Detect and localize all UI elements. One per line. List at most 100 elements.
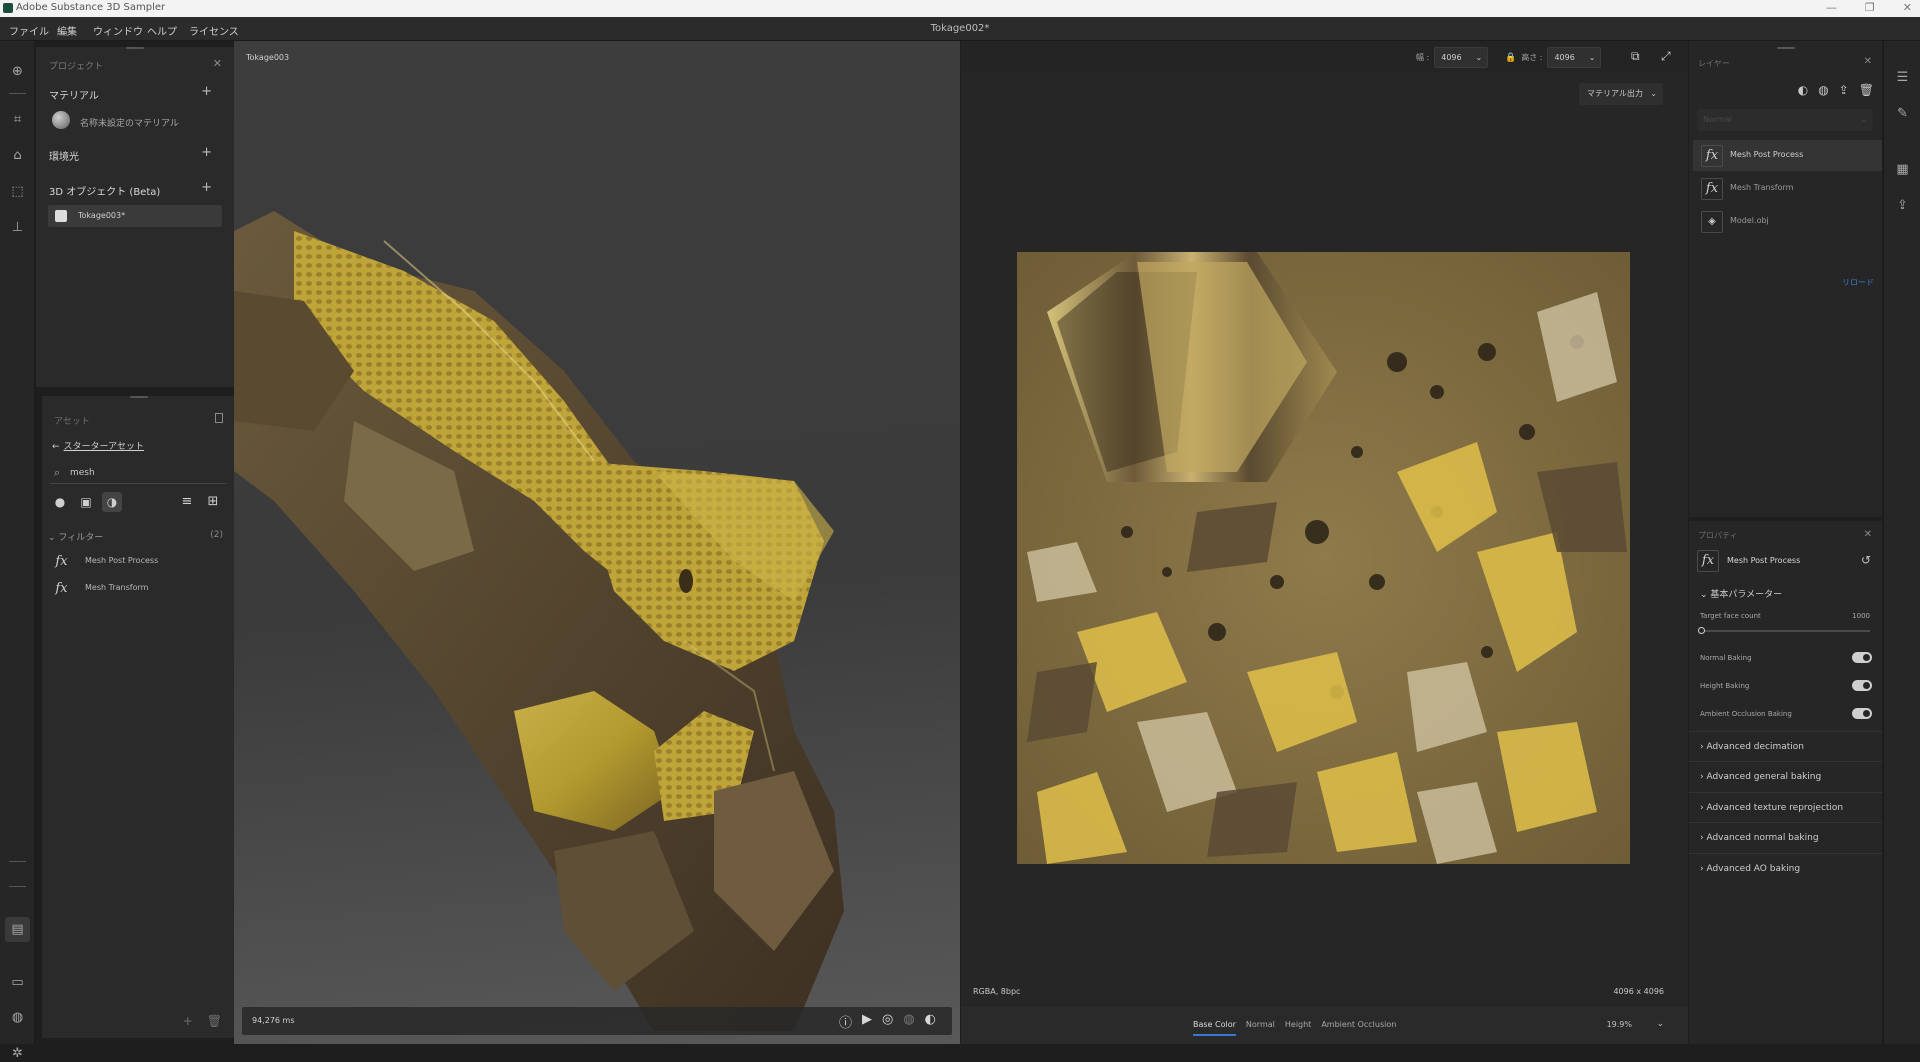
asset-group-header[interactable]: ⌄ フィルター — [48, 530, 103, 543]
height-baking-toggle[interactable]: Height Baking — [1700, 680, 1875, 694]
blend-mode-value: Normal — [1703, 115, 1732, 124]
properties-panel-icon[interactable]: ▦ — [1894, 161, 1911, 178]
share-icon[interactable]: ⇪ — [1894, 197, 1911, 214]
collapse-panel-icon[interactable] — [215, 413, 223, 423]
maximize-button[interactable]: ❐ — [1865, 1, 1875, 14]
tab-ambient-occlusion[interactable]: Ambient Occlusion — [1321, 1020, 1396, 1036]
target-face-value[interactable]: 1000 — [1852, 612, 1870, 620]
toggle-switch[interactable] — [1852, 680, 1872, 691]
transform-icon[interactable]: ⌂ — [9, 147, 26, 164]
menu-file[interactable]: ファイル — [9, 23, 49, 38]
height-label: 高さ : — [1521, 53, 1543, 62]
width-dropdown[interactable]: 4096 ⌄ — [1434, 47, 1489, 68]
add-light-button[interactable]: + — [201, 145, 212, 160]
export-icon[interactable]: ⇪ — [1839, 83, 1849, 97]
material-thumbnail[interactable] — [52, 111, 70, 129]
target-face-slider[interactable] — [1698, 627, 1870, 634]
menu-license[interactable]: ライセンス — [189, 23, 239, 38]
close-window-button[interactable]: ✕ — [1903, 1, 1912, 14]
reload-link[interactable]: リロード — [1842, 277, 1874, 288]
3d-viewport[interactable]: Tokage003 94,276 ms ⓘ ▶ ◎ ◍ ◐ — [234, 41, 960, 1044]
trash-icon[interactable]: 🗑 — [207, 1014, 222, 1028]
panel-drag-handle[interactable] — [130, 396, 148, 398]
panel-drag-handle[interactable] — [1777, 47, 1795, 49]
layers-panel-icon[interactable]: ☰ — [1894, 69, 1911, 86]
environment-icon[interactable]: ◎ — [882, 1012, 893, 1031]
material-preview-icon[interactable]: ◐ — [925, 1012, 936, 1031]
reset-icon[interactable]: ↺ — [1861, 553, 1871, 567]
layer-item[interactable]: fx Mesh Transform — [1693, 173, 1882, 204]
close-icon[interactable]: ✕ — [213, 57, 222, 70]
project-panel: プロジェクト ✕ マテリアル + 名称未設定のマテリアル 環境光 + 3D オブ… — [36, 47, 234, 387]
section-label: Advanced AO baking — [1706, 864, 1801, 874]
section-advanced-general-baking[interactable]: › Advanced general baking — [1689, 761, 1882, 791]
toggle-switch[interactable] — [1852, 708, 1872, 719]
add-asset-icon[interactable]: + — [183, 1014, 193, 1028]
trash-icon[interactable]: 🗑 — [1859, 83, 1874, 97]
sort-icon[interactable]: ≡ — [178, 492, 196, 512]
section-advanced-ao-baking[interactable]: › Advanced AO baking — [1689, 853, 1882, 883]
menu-bar: Tokage002* ファイル 編集 ウィンドウ ヘルプ ライセンス — [0, 17, 1920, 41]
brush-icon[interactable]: ✎ — [1894, 105, 1911, 122]
back-link[interactable]: ← スターターアセット — [52, 439, 144, 452]
layer-item[interactable]: fx Mesh Post Process — [1693, 140, 1882, 171]
tab-normal[interactable]: Normal — [1246, 1020, 1275, 1036]
stamp-icon[interactable]: ⊥ — [9, 219, 26, 236]
tab-height[interactable]: Height — [1285, 1020, 1311, 1036]
width-control: 幅 : 4096 ⌄ — [1416, 47, 1489, 68]
zoom-level[interactable]: 19.9% — [1607, 1020, 1632, 1029]
fill-icon[interactable]: ◍ — [1818, 83, 1828, 97]
menu-edit[interactable]: 編集 — [57, 23, 77, 38]
basic-params-header[interactable]: ⌄ 基本パラメーター — [1700, 587, 1782, 600]
asset-item[interactable]: fx Mesh Post Process — [50, 551, 226, 573]
ao-baking-toggle[interactable]: Ambient Occlusion Baking — [1700, 708, 1875, 722]
add-material-button[interactable]: + — [201, 84, 212, 99]
viewport-2d-topbar: 幅 : 4096 ⌄ 🔒 高さ : 4096 ⌄ ⧉ ⤢ — [961, 41, 1688, 73]
lock-icon[interactable]: 🔒 — [1505, 53, 1516, 63]
fx-icon: fx — [55, 581, 68, 596]
image-filter-icon[interactable]: ▣ — [76, 492, 96, 512]
tab-base-color[interactable]: Base Color — [1193, 1020, 1236, 1036]
height-dropdown[interactable]: 4096 ⌄ — [1547, 47, 1602, 68]
output-dropdown[interactable]: マテリアル出力 ⌄ — [1579, 83, 1663, 105]
section-advanced-decimation[interactable]: › Advanced decimation — [1689, 731, 1882, 761]
camera-icon[interactable]: ▶ — [862, 1012, 872, 1031]
chevron-down-icon[interactable]: ⌄ — [1656, 1019, 1664, 1029]
menu-window[interactable]: ウィンドウ — [93, 23, 143, 38]
comment-icon[interactable]: ▭ — [9, 974, 26, 991]
blend-mode-dropdown[interactable]: Normal ⌄ — [1697, 109, 1873, 131]
material-item-name[interactable]: 名称未設定のマテリアル — [80, 116, 179, 129]
grid-view-icon[interactable]: ⊞ — [204, 492, 222, 512]
section-advanced-texture-reprojection[interactable]: › Advanced texture reprojection — [1689, 792, 1882, 822]
add-icon[interactable]: ⊕ — [9, 63, 26, 80]
close-icon[interactable]: ✕ — [1864, 529, 1872, 540]
menu-help[interactable]: ヘルプ — [147, 23, 177, 38]
minimize-button[interactable]: — — [1826, 1, 1837, 14]
compare-icon[interactable]: ⧉ — [1631, 49, 1640, 64]
filter-filter-icon[interactable]: ◑ — [102, 492, 122, 512]
2d-viewport[interactable]: 幅 : 4096 ⌄ 🔒 高さ : 4096 ⌄ ⧉ ⤢ マテリアル出力 ⌄ R… — [961, 41, 1688, 1044]
fullscreen-icon[interactable]: ⤢ — [1661, 49, 1671, 64]
settings-icon[interactable]: ✲ — [9, 1045, 26, 1062]
normal-baking-toggle[interactable]: Normal Baking — [1700, 652, 1875, 666]
asset-item[interactable]: fx Mesh Transform — [50, 578, 226, 600]
crop-icon[interactable]: ⌗ — [9, 111, 26, 128]
add-object-button[interactable]: + — [201, 180, 212, 195]
section-advanced-normal-baking[interactable]: › Advanced normal baking — [1689, 822, 1882, 852]
panel-drag-handle[interactable] — [126, 47, 144, 49]
object-item[interactable]: Tokage003* — [48, 205, 222, 227]
assets-panel-icon[interactable]: ▤ — [9, 921, 26, 938]
asset-search-input[interactable]: ⌕ mesh — [50, 462, 226, 484]
slider-handle[interactable] — [1698, 627, 1705, 634]
chevron-down-icon: ⌄ — [1860, 115, 1867, 124]
materials-icon[interactable]: ◍ — [9, 1009, 26, 1026]
light-icon[interactable]: ◍ — [903, 1012, 914, 1031]
toggle-label: Height Baking — [1700, 682, 1750, 690]
close-icon[interactable]: ✕ — [1864, 56, 1872, 67]
material-filter-icon[interactable]: ● — [50, 492, 70, 512]
mask-icon[interactable]: ◐ — [1798, 83, 1808, 97]
layer-item[interactable]: ◈ Model.obj — [1693, 206, 1882, 237]
info-icon[interactable]: ⓘ — [839, 1012, 852, 1031]
select-icon[interactable]: ⬚ — [9, 183, 26, 200]
toggle-switch[interactable] — [1852, 652, 1872, 663]
